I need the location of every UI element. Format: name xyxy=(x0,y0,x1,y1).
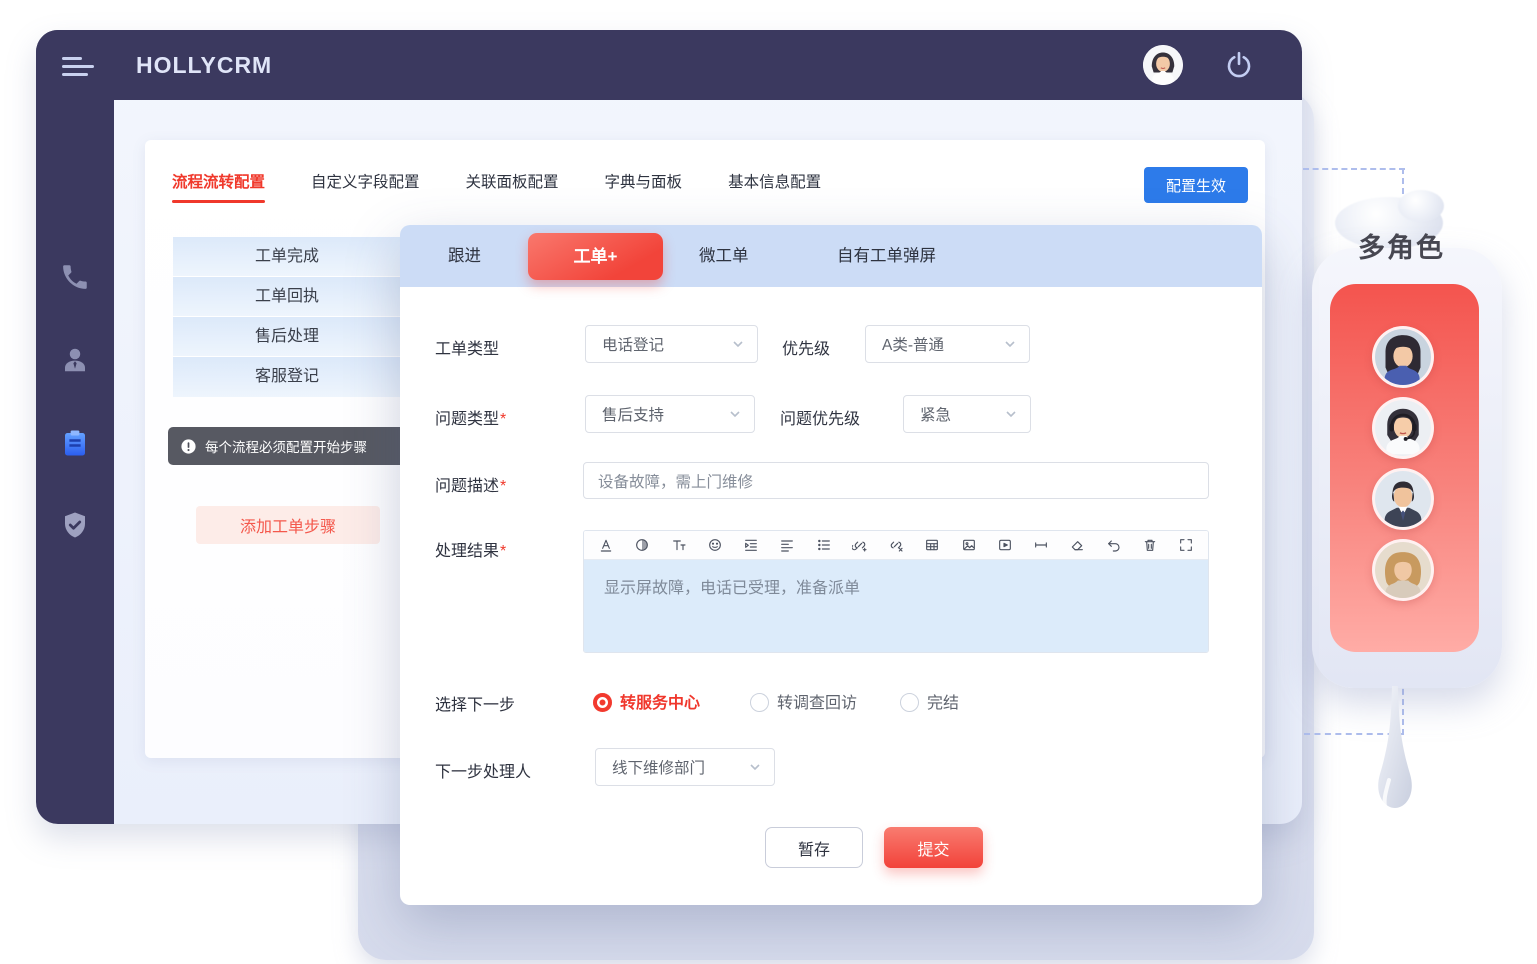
font-size-icon[interactable] xyxy=(671,537,687,553)
add-step-button[interactable]: 添加工单步骤 xyxy=(196,506,380,544)
indent-icon[interactable] xyxy=(743,537,759,553)
headset-agent-avatar[interactable] xyxy=(1372,397,1434,459)
editor-toolbar xyxy=(584,531,1208,560)
flow-step-item[interactable]: 售后处理 xyxy=(173,317,401,357)
blonde-agent-avatar[interactable] xyxy=(1372,539,1434,601)
ticket-type-label: 工单类型 xyxy=(435,335,499,359)
video-icon[interactable] xyxy=(997,537,1013,553)
flow-step-item[interactable]: 客服登记 xyxy=(173,357,401,397)
priority-select[interactable]: A类-普通 xyxy=(865,325,1030,363)
flow-step-item[interactable]: 工单完成 xyxy=(173,237,401,277)
problem-type-select[interactable]: 售后支持 xyxy=(585,395,755,433)
next-handler-label: 下一步处理人 xyxy=(435,758,531,782)
security-shield-icon[interactable] xyxy=(60,510,90,540)
eraser-icon[interactable] xyxy=(1069,537,1085,553)
priority-label: 优先级 xyxy=(782,335,830,359)
flow-step-item[interactable]: 工单回执 xyxy=(173,277,401,317)
list-icon[interactable] xyxy=(816,537,832,553)
tooltip-text: 每个流程必须配置开始步骤 xyxy=(205,436,367,456)
problem-priority-select[interactable]: 紧急 xyxy=(903,395,1031,433)
image-icon[interactable] xyxy=(961,537,977,553)
link-add-icon[interactable] xyxy=(852,537,868,553)
save-draft-button[interactable]: 暂存 xyxy=(765,827,863,868)
problem-desc-input[interactable] xyxy=(583,462,1209,499)
chevron-down-icon xyxy=(748,760,762,774)
radio-finish[interactable]: 完结 xyxy=(900,689,959,713)
result-label: 处理结果* xyxy=(435,537,506,561)
brand-logo: HOLLYCRM xyxy=(136,30,272,100)
tab-linked-panel[interactable]: 关联面板配置 xyxy=(466,170,559,203)
result-editor-body[interactable]: 显示屏故障，电话已受理，准备派单 xyxy=(584,560,1208,653)
workorder-clipboard-icon[interactable] xyxy=(60,428,90,458)
menu-icon[interactable] xyxy=(62,57,96,75)
trash-icon[interactable] xyxy=(1142,537,1158,553)
radio-unselected-icon xyxy=(750,693,769,712)
info-icon xyxy=(180,438,197,455)
radio-unselected-icon xyxy=(900,693,919,712)
workorder-modal: 跟进 工单+ 微工单 自有工单弹屏 工单类型 电话登记 优先级 A类-普通 问题… xyxy=(400,225,1262,905)
problem-priority-label: 问题优先级 xyxy=(780,405,860,429)
modal-tabbar: 跟进 工单+ 微工单 自有工单弹屏 xyxy=(400,225,1262,287)
screen: HOLLYCRM 流程流转配置 自定义字段配置 关联面板配置 字典与面板 基本信… xyxy=(0,0,1537,964)
chevron-down-icon xyxy=(728,407,742,421)
chevron-down-icon xyxy=(1003,337,1017,351)
sidebar xyxy=(36,30,114,824)
result-rich-editor[interactable]: 显示屏故障，电话已受理，准备派单 xyxy=(583,530,1209,653)
undo-icon[interactable] xyxy=(1106,537,1122,553)
radio-selected-icon xyxy=(593,693,612,712)
tab-own-workorder-popup[interactable]: 自有工单弹屏 xyxy=(837,225,936,287)
tab-custom-fields[interactable]: 自定义字段配置 xyxy=(311,170,420,203)
tab-micro-workorder[interactable]: 微工单 xyxy=(699,225,749,287)
chevron-down-icon xyxy=(1004,407,1018,421)
teardrop-decoration xyxy=(1355,684,1435,884)
align-icon[interactable] xyxy=(779,537,795,553)
app-header: HOLLYCRM xyxy=(36,30,1302,100)
female-agent-avatar[interactable] xyxy=(1372,326,1434,388)
ticket-type-select[interactable]: 电话登记 xyxy=(585,325,758,363)
fullscreen-icon[interactable] xyxy=(1178,537,1194,553)
radio-transfer-service-center[interactable]: 转服务中心 xyxy=(593,689,700,713)
male-agent-avatar[interactable] xyxy=(1372,468,1434,530)
tab-dictionary-panel[interactable]: 字典与面板 xyxy=(605,170,683,203)
tab-workorder-active[interactable]: 工单+ xyxy=(528,233,663,280)
tab-basic-info[interactable]: 基本信息配置 xyxy=(728,170,821,203)
flow-config-tooltip: 每个流程必须配置开始步骤 xyxy=(168,427,436,465)
radio-transfer-survey[interactable]: 转调查回访 xyxy=(750,689,857,713)
table-icon[interactable] xyxy=(924,537,940,553)
flow-step-list: 工单完成 工单回执 售后处理 客服登记 xyxy=(173,237,401,397)
multi-role-label: 多角色 xyxy=(1358,226,1445,265)
emoji-icon[interactable] xyxy=(707,537,723,553)
cloud-decoration xyxy=(1398,190,1444,222)
link-remove-icon[interactable] xyxy=(888,537,904,553)
phone-icon[interactable] xyxy=(60,262,90,292)
chevron-down-icon xyxy=(731,337,745,351)
next-handler-select[interactable]: 线下维修部门 xyxy=(595,748,775,786)
problem-type-label: 问题类型* xyxy=(435,405,506,429)
power-icon[interactable] xyxy=(1224,50,1254,80)
next-step-label: 选择下一步 xyxy=(435,691,515,715)
tab-follow-up[interactable]: 跟进 xyxy=(448,225,481,287)
submit-button[interactable]: 提交 xyxy=(884,827,983,868)
color-palette-icon[interactable] xyxy=(634,537,650,553)
divider-icon[interactable] xyxy=(1033,537,1049,553)
problem-desc-label: 问题描述* xyxy=(435,472,506,496)
contact-icon[interactable] xyxy=(60,345,90,375)
apply-config-button[interactable]: 配置生效 xyxy=(1144,167,1248,203)
user-avatar[interactable] xyxy=(1143,45,1183,85)
callout-dash-top xyxy=(1303,168,1405,170)
config-tabbar: 流程流转配置 自定义字段配置 关联面板配置 字典与面板 基本信息配置 xyxy=(172,170,821,203)
tab-flow-config[interactable]: 流程流转配置 xyxy=(172,170,265,203)
text-style-icon[interactable] xyxy=(598,537,614,553)
